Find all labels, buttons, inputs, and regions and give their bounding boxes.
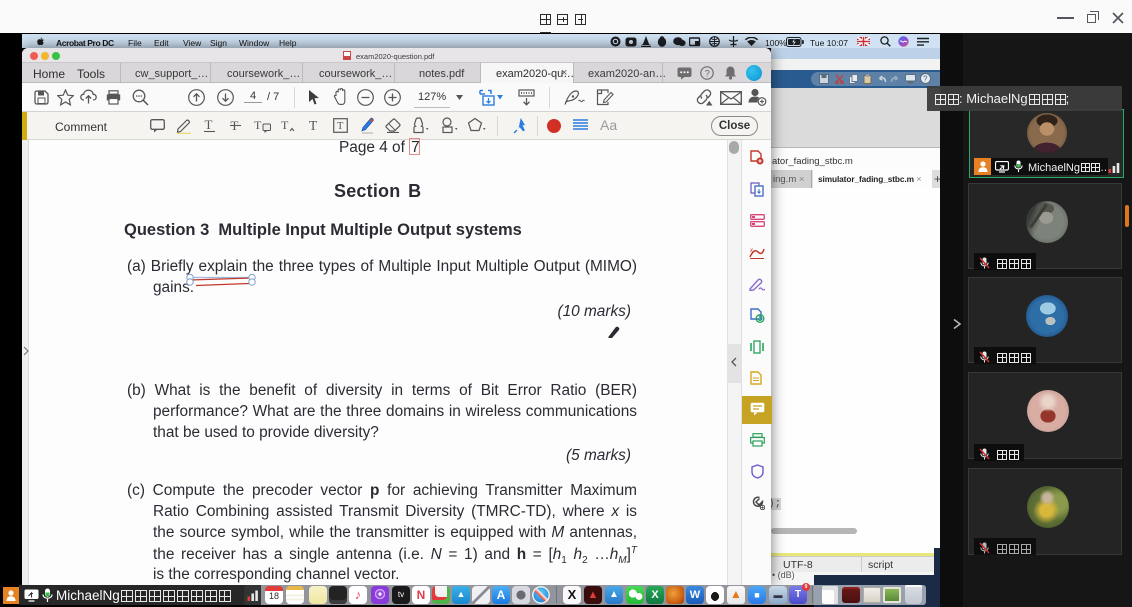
- svg-text:T: T: [337, 121, 344, 132]
- svg-text:T: T: [309, 118, 318, 133]
- svg-text:T: T: [254, 118, 262, 132]
- svg-text:T: T: [205, 118, 213, 132]
- svg-text:?: ?: [923, 75, 928, 84]
- svg-text:?: ?: [705, 68, 710, 79]
- svg-text:T: T: [281, 118, 289, 132]
